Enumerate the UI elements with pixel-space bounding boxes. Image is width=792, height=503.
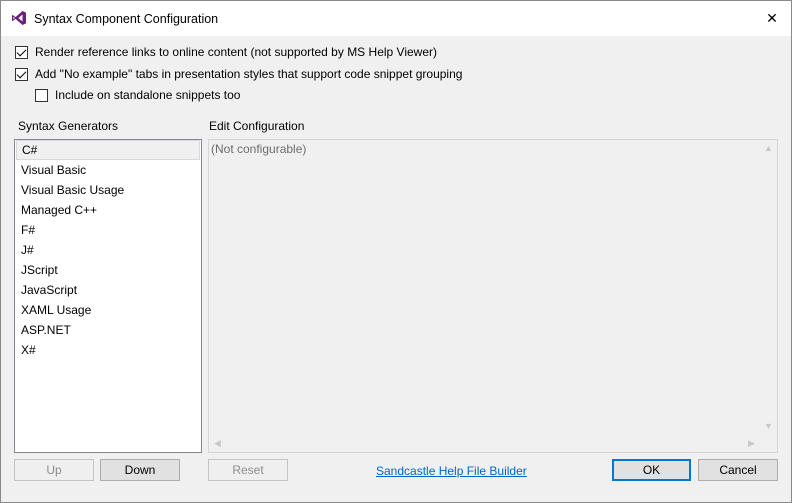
cancel-button[interactable]: Cancel — [698, 459, 778, 481]
horizontal-scrollbar[interactable]: ◀ ▶ — [209, 435, 760, 452]
standalone-snippets-option[interactable]: Include on standalone snippets too — [35, 88, 240, 102]
ok-button[interactable]: OK — [612, 459, 691, 481]
list-item[interactable]: JScript — [15, 260, 201, 280]
sandcastle-help-link[interactable]: Sandcastle Help File Builder — [376, 464, 527, 478]
list-item[interactable]: F# — [15, 220, 201, 240]
list-item[interactable]: Visual Basic Usage — [15, 180, 201, 200]
syntax-generators-list[interactable]: C# Visual Basic Visual Basic Usage Manag… — [14, 139, 202, 453]
list-item[interactable]: JavaScript — [15, 280, 201, 300]
list-item[interactable]: X# — [15, 340, 201, 360]
list-item[interactable]: XAML Usage — [15, 300, 201, 320]
scroll-up-icon[interactable]: ▲ — [760, 140, 777, 157]
edit-configuration-text: (Not configurable) — [211, 142, 307, 156]
scroll-down-icon[interactable]: ▼ — [760, 418, 777, 435]
up-button[interactable]: Up — [14, 459, 94, 481]
visual-studio-icon — [12, 11, 26, 25]
edit-configuration-label: Edit Configuration — [209, 119, 305, 133]
no-example-tabs-option[interactable]: Add "No example" tabs in presentation st… — [15, 67, 462, 81]
scroll-left-icon[interactable]: ◀ — [209, 435, 226, 452]
edit-configuration-textbox[interactable]: (Not configurable) ▲ ▼ ◀ ▶ — [208, 139, 778, 453]
close-icon: ✕ — [766, 11, 778, 27]
reset-button[interactable]: Reset — [208, 459, 288, 481]
dialog-window: Syntax Component Configuration ✕ Render … — [0, 0, 792, 503]
close-button[interactable]: ✕ — [757, 5, 787, 33]
no-example-tabs-checkbox[interactable] — [15, 67, 28, 81]
list-item[interactable]: J# — [15, 240, 201, 260]
list-item[interactable]: Visual Basic — [15, 160, 201, 180]
render-links-checkbox[interactable] — [15, 45, 28, 59]
syntax-generators-label: Syntax Generators — [18, 119, 119, 133]
scroll-right-icon[interactable]: ▶ — [743, 435, 760, 452]
window-title: Syntax Component Configuration — [34, 12, 219, 26]
down-button[interactable]: Down — [100, 459, 180, 481]
list-item[interactable]: C# — [16, 140, 200, 160]
render-links-option[interactable]: Render reference links to online content… — [15, 45, 437, 59]
standalone-snippets-checkbox[interactable] — [35, 88, 48, 102]
list-item[interactable]: ASP.NET — [15, 320, 201, 340]
list-item[interactable]: Managed C++ — [15, 200, 201, 220]
render-links-label: Render reference links to online content… — [35, 45, 437, 59]
no-example-tabs-label: Add "No example" tabs in presentation st… — [35, 67, 463, 81]
standalone-snippets-label: Include on standalone snippets too — [55, 88, 241, 102]
title-bar: Syntax Component Configuration ✕ — [1, 1, 791, 36]
vertical-scrollbar[interactable]: ▲ ▼ — [760, 140, 777, 435]
